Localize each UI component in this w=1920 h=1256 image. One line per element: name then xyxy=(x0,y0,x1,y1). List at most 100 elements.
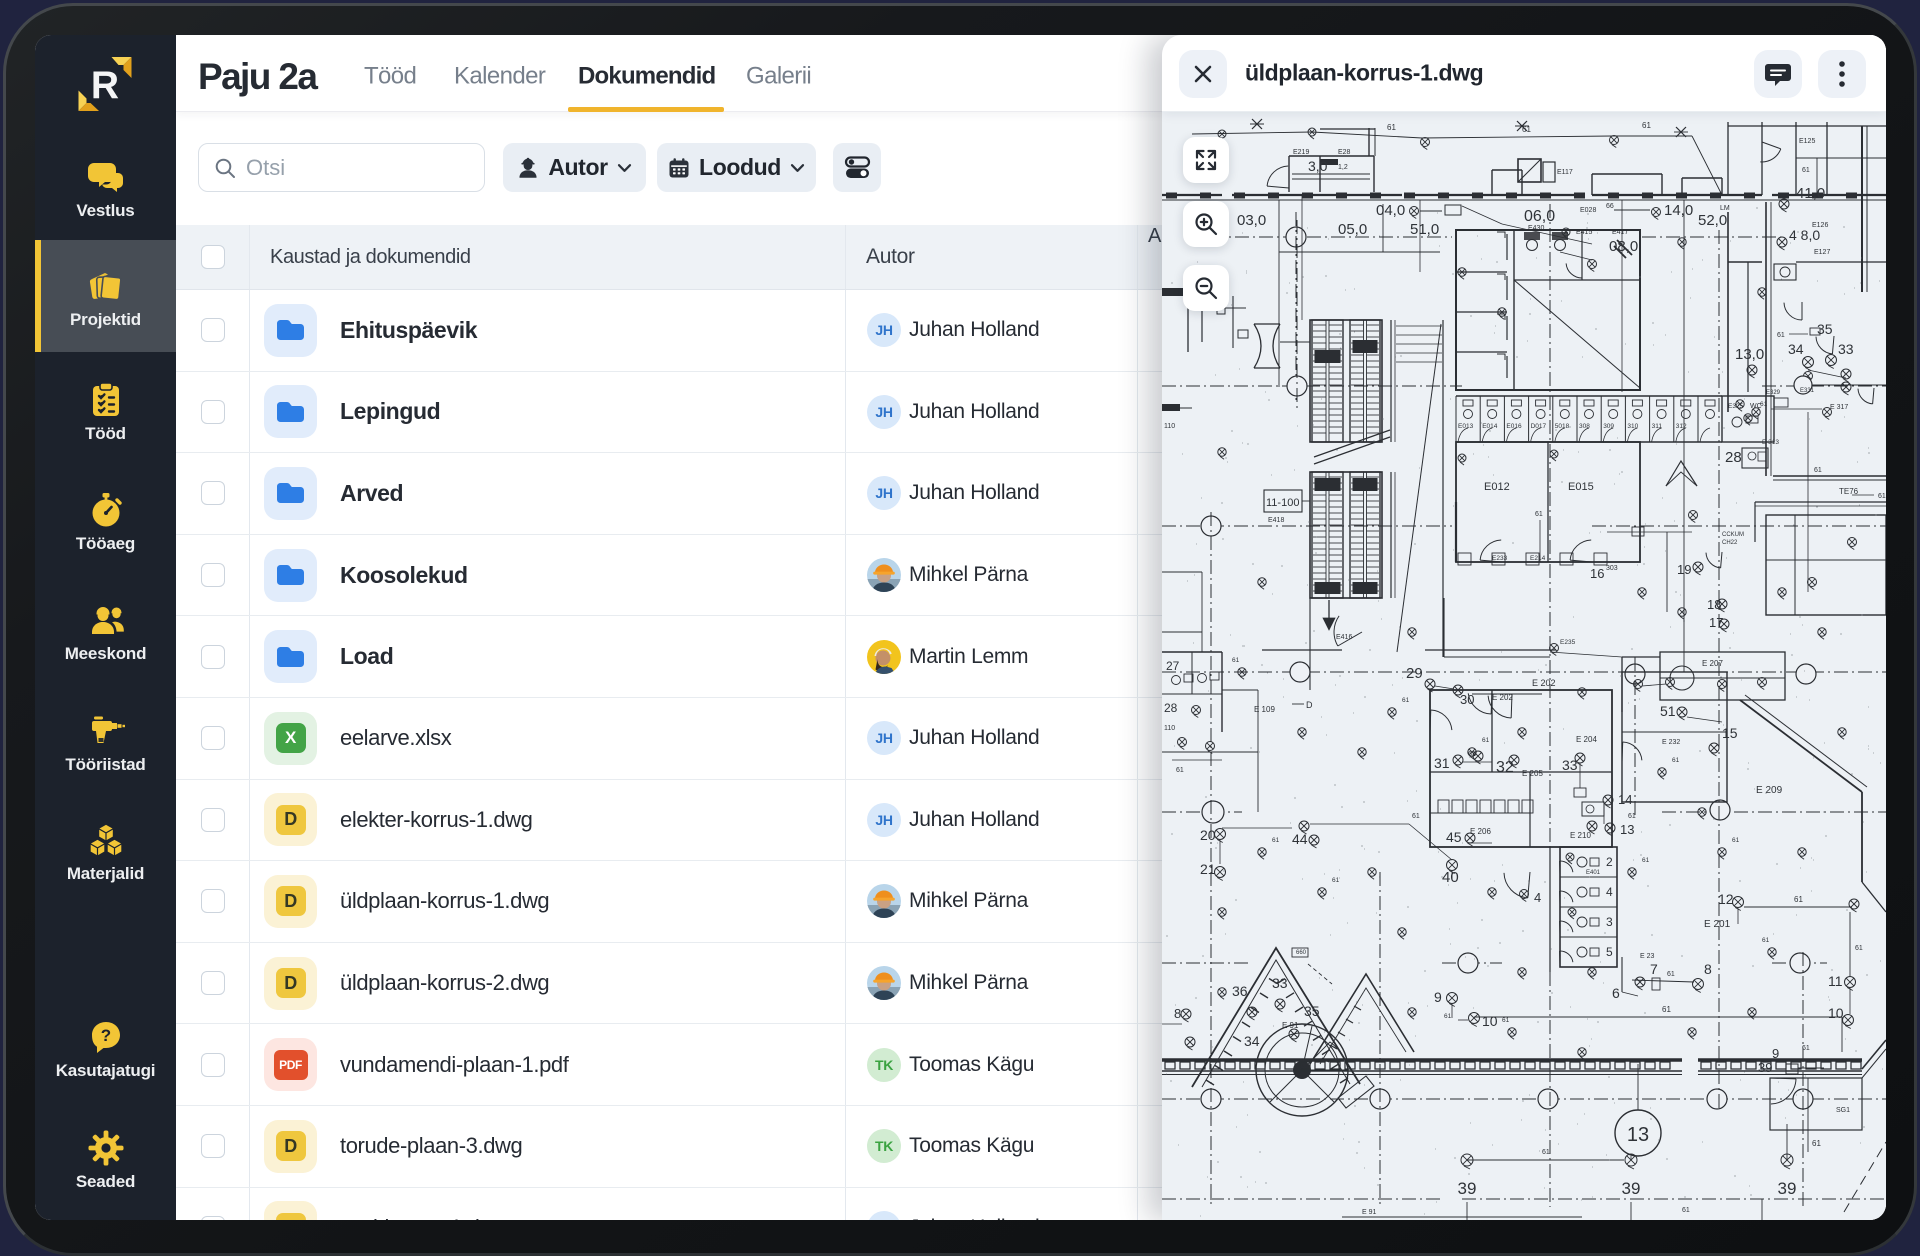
svg-text:16: 16 xyxy=(1590,566,1604,581)
svg-text:4: 4 xyxy=(1534,890,1541,905)
svg-text:61: 61 xyxy=(1332,877,1340,884)
svg-text:61: 61 xyxy=(1878,493,1886,500)
svg-text:R: R xyxy=(90,64,118,107)
svg-text:61: 61 xyxy=(1387,123,1396,132)
svg-text:E 201: E 201 xyxy=(1704,919,1731,930)
svg-text:61: 61 xyxy=(1682,1207,1690,1214)
svg-text:39: 39 xyxy=(1758,1060,1772,1075)
svg-text:E127: E127 xyxy=(1814,249,1830,256)
svg-text:E416: E416 xyxy=(1336,634,1352,641)
svg-text:E028: E028 xyxy=(1580,207,1596,214)
svg-text:61: 61 xyxy=(1760,401,1768,408)
svg-text:39: 39 xyxy=(1458,1179,1477,1198)
svg-text:4 8,0: 4 8,0 xyxy=(1789,227,1820,243)
svg-text:E 23: E 23 xyxy=(1640,953,1655,960)
svg-text:LM: LM xyxy=(1720,205,1730,212)
svg-text:61: 61 xyxy=(1482,737,1490,744)
svg-text:13,0: 13,0 xyxy=(1735,346,1764,363)
svg-text:13: 13 xyxy=(1620,822,1634,837)
svg-text:E 207: E 207 xyxy=(1702,659,1723,668)
svg-text:7: 7 xyxy=(1650,961,1658,977)
svg-text:33: 33 xyxy=(1272,975,1288,991)
svg-text:33: 33 xyxy=(1838,341,1854,357)
svg-text:309: 309 xyxy=(1603,423,1614,430)
svg-text:03,0: 03,0 xyxy=(1237,212,1266,229)
svg-text:110: 110 xyxy=(1164,725,1175,732)
svg-text:61: 61 xyxy=(1662,1005,1671,1014)
svg-text:2: 2 xyxy=(1606,855,1613,869)
svg-text:9: 9 xyxy=(1434,989,1442,1005)
svg-text:61: 61 xyxy=(1642,121,1651,130)
svg-text:45: 45 xyxy=(1446,829,1462,845)
svg-text:E401: E401 xyxy=(1586,870,1601,876)
svg-text:E014: E014 xyxy=(1482,423,1498,430)
svg-text:312: 312 xyxy=(1676,423,1687,430)
svg-text:311: 311 xyxy=(1652,423,1663,430)
svg-text:E117: E117 xyxy=(1557,169,1573,176)
svg-text:E012: E012 xyxy=(1484,481,1510,493)
svg-text:308: 308 xyxy=(1579,423,1590,430)
svg-text:D: D xyxy=(1306,700,1313,710)
svg-text:61: 61 xyxy=(1628,813,1636,820)
svg-text:11: 11 xyxy=(1828,973,1843,989)
svg-text:CH22: CH22 xyxy=(1722,540,1738,546)
svg-text:E013: E013 xyxy=(1458,423,1474,430)
svg-text:10: 10 xyxy=(1828,1005,1844,1021)
svg-text:8: 8 xyxy=(1704,961,1712,977)
svg-text:66: 66 xyxy=(1606,203,1614,210)
svg-text:D017: D017 xyxy=(1531,423,1547,430)
svg-text:E219: E219 xyxy=(1293,149,1309,156)
svg-text:15: 15 xyxy=(1722,725,1738,741)
svg-text:61: 61 xyxy=(1812,1139,1821,1148)
svg-text:61: 61 xyxy=(1802,1045,1810,1052)
svg-text:61: 61 xyxy=(1762,937,1770,944)
svg-text:E 91: E 91 xyxy=(1362,1209,1377,1216)
svg-text:04,0: 04,0 xyxy=(1376,202,1405,219)
svg-text:6: 6 xyxy=(1612,985,1620,1001)
svg-text:E 109: E 109 xyxy=(1254,705,1275,714)
svg-text:E 205: E 205 xyxy=(1522,769,1543,778)
svg-text:35: 35 xyxy=(1304,1003,1320,1019)
svg-text:34: 34 xyxy=(1788,341,1804,357)
svg-text:CCKUM: CCKUM xyxy=(1722,532,1744,538)
svg-text:5018: 5018 xyxy=(1555,423,1570,430)
svg-text:61: 61 xyxy=(1402,697,1410,704)
svg-text:11-100: 11-100 xyxy=(1266,497,1299,509)
svg-text:61: 61 xyxy=(1412,813,1420,820)
svg-text:29: 29 xyxy=(1406,665,1423,682)
svg-text:61: 61 xyxy=(1502,1017,1510,1024)
svg-text:61: 61 xyxy=(1672,757,1680,764)
svg-text:20: 20 xyxy=(1200,827,1216,843)
svg-text:61: 61 xyxy=(1777,332,1785,339)
svg-text:61: 61 xyxy=(1814,467,1822,474)
svg-text:61: 61 xyxy=(1272,837,1280,844)
svg-text:31: 31 xyxy=(1434,755,1450,771)
svg-text:E 209: E 209 xyxy=(1756,785,1783,796)
svg-text:05,0: 05,0 xyxy=(1338,221,1367,238)
svg-text:E 317: E 317 xyxy=(1830,404,1848,411)
svg-text:E418: E418 xyxy=(1268,517,1284,524)
svg-text:3: 3 xyxy=(1606,915,1613,929)
svg-text:61: 61 xyxy=(1732,837,1740,844)
svg-text:3,0: 3,0 xyxy=(1308,158,1328,174)
svg-text:E016: E016 xyxy=(1506,423,1522,430)
svg-text:61: 61 xyxy=(1794,895,1803,904)
svg-text:27: 27 xyxy=(1166,659,1180,673)
svg-text:61: 61 xyxy=(1667,971,1675,978)
svg-text:?: ? xyxy=(100,1026,110,1045)
svg-text:9: 9 xyxy=(1772,1046,1779,1061)
svg-text:61: 61 xyxy=(1642,857,1650,864)
svg-text:E 204: E 204 xyxy=(1576,735,1597,744)
svg-text:14: 14 xyxy=(1618,792,1632,807)
svg-text:660: 660 xyxy=(1296,950,1307,956)
svg-text:E235: E235 xyxy=(1560,639,1576,646)
svg-text:52,0: 52,0 xyxy=(1698,212,1727,229)
svg-text:1,2: 1,2 xyxy=(1338,164,1348,171)
svg-text:51,0: 51,0 xyxy=(1410,221,1439,238)
svg-text:E015: E015 xyxy=(1568,481,1594,493)
svg-text:28: 28 xyxy=(1164,701,1178,715)
svg-text:21: 21 xyxy=(1200,861,1216,877)
svg-text:06,0: 06,0 xyxy=(1524,208,1555,225)
svg-text:E331: E331 xyxy=(1800,388,1815,394)
svg-text:E28: E28 xyxy=(1338,149,1351,156)
